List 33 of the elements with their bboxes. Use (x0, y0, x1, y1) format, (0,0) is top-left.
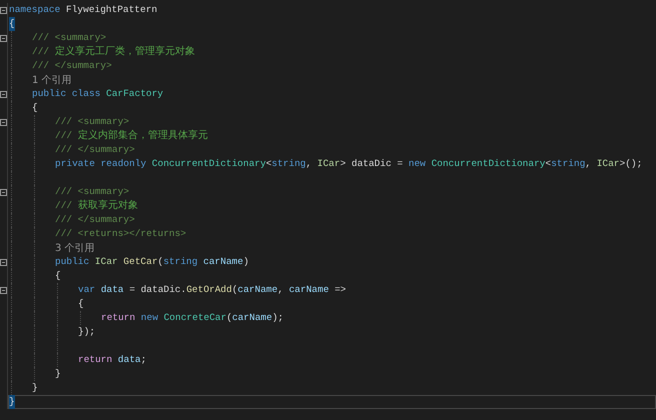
reference-count[interactable]: 1 个引用 (31, 73, 72, 87)
reference-count[interactable]: 3 个引用 (54, 241, 95, 255)
code-line: /// <summary> (54, 185, 130, 199)
code-line: return new ConcreteCar(carName); (100, 311, 284, 325)
code-line: /// <summary> (54, 115, 130, 129)
code-line: { (77, 297, 85, 311)
collapse-icon[interactable] (0, 286, 7, 294)
code-line: /// <returns></returns> (54, 227, 188, 241)
code-line: /// </summary> (54, 213, 136, 227)
code-line: }); (77, 325, 96, 339)
code-line: } (54, 367, 62, 381)
code-line: public ICar GetCar(string carName) (54, 255, 250, 269)
code-line: /// </summary> (54, 143, 136, 157)
code-line: private readonly ConcurrentDictionary<string, ICar> dataDic = new ConcurrentDictionary<string, ICar>(); (54, 157, 644, 171)
code-line: } (31, 381, 39, 395)
code-line: namespace FlyweightPattern (8, 3, 158, 17)
code-line: public class CarFactory (31, 87, 164, 101)
collapse-icon[interactable] (0, 90, 7, 98)
code-line: return data; (77, 353, 148, 367)
code-line: /// <summary> (31, 31, 108, 45)
collapse-icon[interactable] (0, 188, 7, 196)
collapse-icon[interactable] (0, 6, 7, 14)
code-line: var data = dataDic.GetOrAdd(carName, carName => (77, 283, 348, 297)
code-line: { (8, 17, 656, 31)
code-line: /// 定义享元工厂类，管理享元对象 (31, 45, 196, 59)
collapse-icon[interactable] (0, 34, 7, 42)
code-line: /// 获取享元对象 (54, 199, 139, 213)
code-line: { (31, 101, 39, 115)
code-line: /// 定义内部集合，管理具体享元 (54, 129, 209, 143)
collapse-icon[interactable] (0, 118, 7, 126)
code-line: /// </summary> (31, 59, 113, 73)
collapse-icon[interactable] (0, 258, 7, 266)
code-line: { (54, 269, 62, 283)
